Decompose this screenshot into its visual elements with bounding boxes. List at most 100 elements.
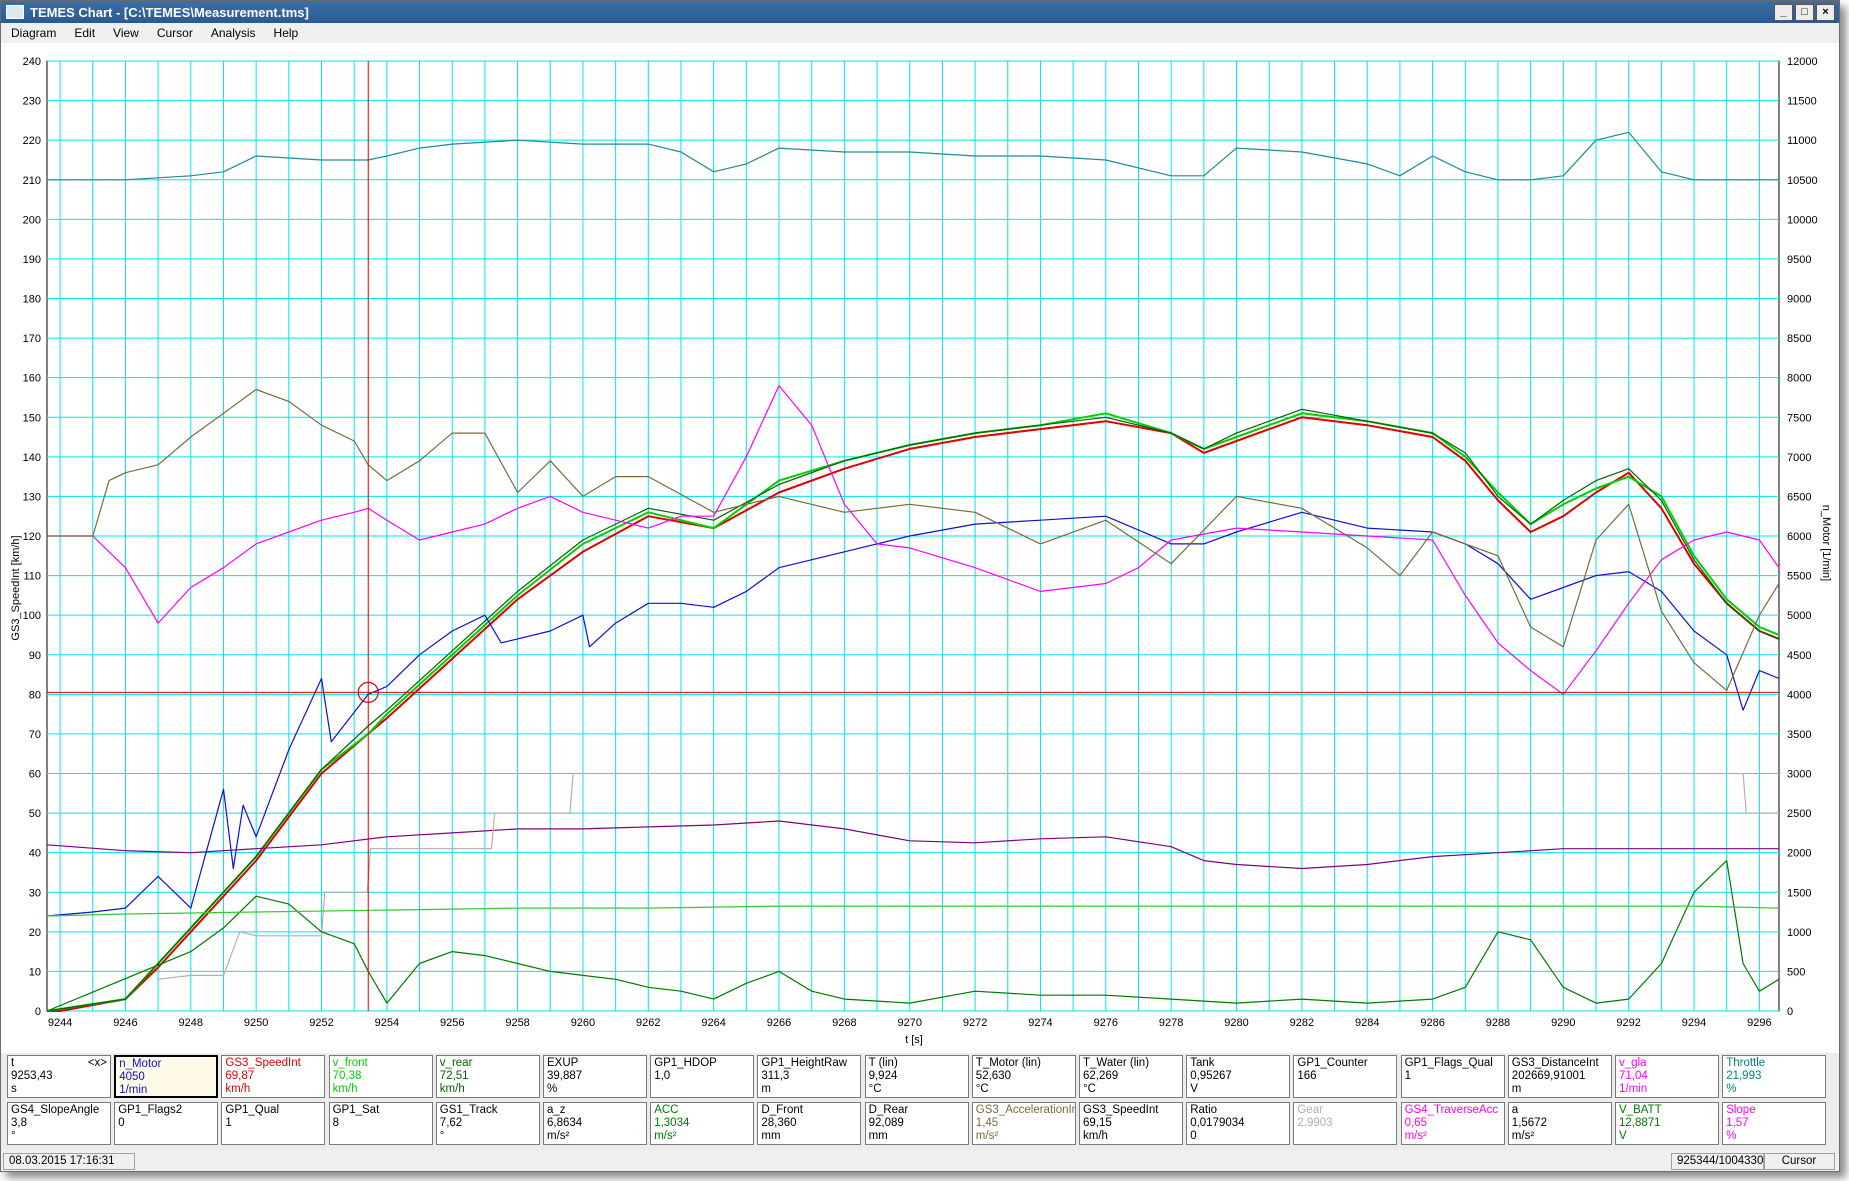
channel-cell[interactable]: D_Rear 92,089 mm bbox=[864, 1102, 969, 1145]
x-tick-label: 9274 bbox=[1028, 1017, 1052, 1029]
channel-unit: km/h bbox=[225, 1083, 251, 1095]
channel-cell[interactable]: GP1_HDOP 1,0 bbox=[650, 1055, 755, 1098]
channel-cell[interactable]: GP1_Flags2 0 bbox=[114, 1102, 219, 1145]
channel-cell[interactable]: GP1_HeightRaw 311,3 m bbox=[757, 1055, 862, 1098]
menu-cursor[interactable]: Cursor bbox=[147, 26, 201, 40]
channel-name: GS3_DistanceInt bbox=[1511, 1057, 1599, 1069]
maximize-button[interactable]: □ bbox=[1795, 4, 1814, 21]
channel-name: Tank bbox=[1190, 1057, 1215, 1069]
x-tick-label: 9266 bbox=[767, 1017, 791, 1029]
right-tick-label: 12000 bbox=[1787, 56, 1818, 68]
channel-cell[interactable]: a 1,5672 m/s² bbox=[1507, 1102, 1612, 1145]
x-tick-label: 9256 bbox=[440, 1017, 464, 1029]
channel-cell[interactable]: Gear 2,9903 bbox=[1293, 1102, 1398, 1145]
channel-name: T (lin) bbox=[868, 1057, 898, 1069]
x-tick-label: 9272 bbox=[963, 1017, 987, 1029]
menu-help[interactable]: Help bbox=[264, 26, 307, 40]
channel-cell[interactable]: GP1_Sat 8 bbox=[328, 1102, 433, 1145]
channel-value: 62,269 bbox=[1083, 1070, 1119, 1082]
minimize-button[interactable]: _ bbox=[1774, 4, 1793, 21]
channel-cell[interactable]: Throttle 21,993% bbox=[1722, 1055, 1827, 1098]
menu-edit[interactable]: Edit bbox=[64, 26, 103, 40]
channel-cell[interactable]: GS3_SpeedInt 69,15 km/h bbox=[1079, 1102, 1183, 1145]
x-tick-label: 9290 bbox=[1551, 1017, 1575, 1029]
channel-cell[interactable]: GP1_Flags_Qual 1 bbox=[1400, 1055, 1505, 1098]
channel-unit: ° bbox=[439, 1130, 445, 1142]
right-tick-label: 5000 bbox=[1787, 610, 1811, 622]
channel-value: 92,089 bbox=[868, 1117, 904, 1129]
right-tick-label: 4500 bbox=[1787, 650, 1811, 662]
channel-cell[interactable]: T_Motor (lin) 52,630 °C bbox=[971, 1055, 1076, 1098]
channel-cell[interactable]: v_front 70,38 km/h bbox=[328, 1055, 433, 1098]
channel-unit: km/h bbox=[1083, 1130, 1108, 1142]
left-tick-label: 220 bbox=[23, 135, 41, 147]
channel-cell[interactable]: GS3_AccelerationInt 1,45 m/s² bbox=[971, 1102, 1076, 1145]
channel-name: GP1_Flags_Qual bbox=[1404, 1057, 1493, 1069]
channel-cell[interactable]: D_Front 28,360 mm bbox=[757, 1102, 862, 1145]
channel-unit: V bbox=[1619, 1130, 1627, 1142]
right-tick-label: 3500 bbox=[1787, 729, 1811, 741]
right-tick-label: 10000 bbox=[1787, 214, 1818, 226]
channel-cell[interactable]: GS1_Track 7,62 ° bbox=[435, 1102, 540, 1145]
channel-unit: °C bbox=[975, 1083, 989, 1095]
channel-cell[interactable]: GS4_TraverseAcc 0,65 m/s² bbox=[1400, 1102, 1505, 1145]
channel-name: GS3_SpeedInt bbox=[1083, 1104, 1159, 1116]
left-tick-label: 80 bbox=[29, 689, 41, 701]
right-tick-label: 1000 bbox=[1787, 927, 1811, 939]
channel-value: 3,8 bbox=[11, 1117, 27, 1129]
channel-value: 9253,43 bbox=[11, 1070, 53, 1082]
right-tick-label: 4000 bbox=[1787, 689, 1811, 701]
channel-cell[interactable]: GS3_SpeedInt 69,87 km/h bbox=[221, 1055, 326, 1098]
channel-value: 70,38 bbox=[332, 1070, 362, 1082]
channel-cell[interactable]: Tank 0,95267 V bbox=[1186, 1055, 1291, 1098]
channel-cell[interactable]: EXUP 39,887% bbox=[543, 1055, 647, 1098]
channel-name: T_Water (lin) bbox=[1083, 1057, 1150, 1069]
channel-grid: t 9253,43 s <x> n_Motor 4050 1/min GS3_SpeedInt… bbox=[7, 1055, 1833, 1149]
right-tick-label: 11000 bbox=[1787, 135, 1817, 147]
channel-cell[interactable]: GP1_Qual 1 bbox=[221, 1102, 326, 1145]
channel-cell[interactable]: ACC 1,3034 m/s² bbox=[650, 1102, 755, 1145]
left-tick-label: 230 bbox=[23, 96, 41, 108]
channel-cell[interactable]: n_Motor 4050 1/min bbox=[114, 1055, 219, 1098]
left-tick-label: 120 bbox=[23, 531, 41, 543]
channel-value: 1,45 bbox=[975, 1117, 999, 1129]
channel-cell[interactable]: GS4_SlopeAngle 3,8 ° bbox=[7, 1102, 111, 1145]
channel-cell[interactable]: v_rear 72,51 km/h bbox=[435, 1055, 540, 1098]
left-tick-label: 130 bbox=[23, 491, 41, 503]
title-bar: TEMES Chart - [C:\TEMES\Measurement.tms]… bbox=[1, 1, 1839, 23]
app-icon bbox=[6, 5, 24, 19]
menu-analysis[interactable]: Analysis bbox=[201, 26, 264, 40]
channel-cell[interactable]: Ratio 0,0179034 0 bbox=[1186, 1102, 1291, 1145]
channel-name: a_z bbox=[547, 1104, 566, 1116]
window-title: TEMES Chart - [C:\TEMES\Measurement.tms] bbox=[30, 4, 309, 20]
channel-cell[interactable]: t 9253,43 s <x> bbox=[7, 1055, 111, 1098]
channel-cell[interactable]: T_Water (lin) 62,269 °C bbox=[1079, 1055, 1183, 1098]
channel-unit bbox=[118, 1130, 214, 1143]
channel-name: ACC bbox=[654, 1104, 679, 1116]
chart-area[interactable]: 240 12000 230 11500 220 11000 210 10500 200 10000… bbox=[1, 43, 1839, 1053]
channel-cell[interactable]: V_BATT 12,8871 V bbox=[1615, 1102, 1719, 1145]
channel-name: Ratio bbox=[1190, 1104, 1218, 1116]
x-tick-label: 9262 bbox=[636, 1017, 660, 1029]
channel-cell[interactable]: a_z 6,8634 m/s² bbox=[543, 1102, 647, 1145]
channel-name: GP1_HeightRaw bbox=[761, 1057, 848, 1069]
channel-cell[interactable]: GS3_DistanceInt 202669,91001 m bbox=[1507, 1055, 1612, 1098]
channel-unit: m/s² bbox=[547, 1130, 570, 1142]
channel-unit: km/h bbox=[439, 1083, 465, 1095]
channel-cell[interactable]: v_gla 71,04 1/min bbox=[1615, 1055, 1719, 1098]
right-axis-label: n_Motor [1/min] bbox=[1820, 505, 1832, 581]
close-button[interactable]: × bbox=[1816, 4, 1835, 21]
channel-name: v_rear bbox=[439, 1057, 473, 1069]
channel-value: 1,0 bbox=[654, 1070, 671, 1082]
channel-unit: 0 bbox=[1190, 1130, 1197, 1142]
menu-view[interactable]: View bbox=[103, 26, 147, 40]
channel-value: 1 bbox=[225, 1117, 232, 1129]
status-samples: 925344/1004330 bbox=[1671, 1153, 1765, 1170]
status-mode: Cursor bbox=[1763, 1153, 1835, 1170]
channel-cell[interactable]: T (lin) 9,924 °C bbox=[864, 1055, 969, 1098]
channel-value: 1,3034 bbox=[654, 1117, 690, 1129]
chart-svg[interactable]: 240 12000230 11500220 11000210 10500200 10000… bbox=[1, 43, 1839, 1053]
channel-cell[interactable]: Slope 1,57% bbox=[1722, 1102, 1827, 1145]
channel-cell[interactable]: GP1_Counter 166 bbox=[1293, 1055, 1398, 1098]
menu-diagram[interactable]: Diagram bbox=[1, 26, 64, 40]
